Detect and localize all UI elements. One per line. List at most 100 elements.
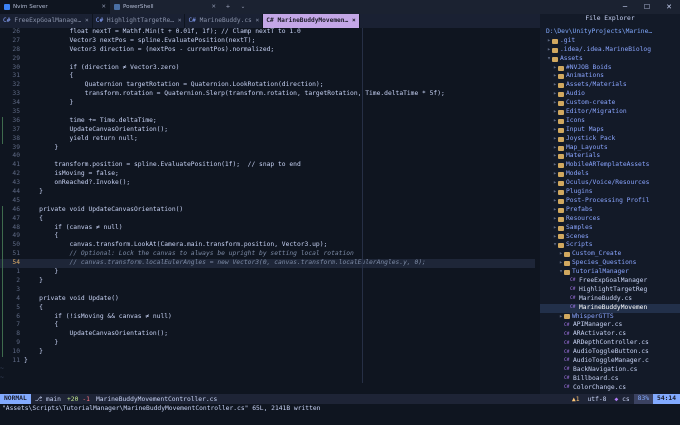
code-line[interactable]: 36 time += Time.deltaTime; bbox=[0, 116, 535, 126]
tree-folder[interactable]: ▸ Map_Layouts bbox=[540, 144, 680, 153]
code-line[interactable]: 54 // canvas.transform.localEulerAngles … bbox=[0, 259, 535, 269]
code-line[interactable]: 38 yield return null; bbox=[0, 134, 535, 144]
tree-folder[interactable]: ▸ Icons bbox=[540, 117, 680, 126]
tree-folder[interactable]: ▸ Models bbox=[540, 170, 680, 179]
tree-folder[interactable]: ▸ Resources bbox=[540, 215, 680, 224]
close-window-button[interactable]: ✕ bbox=[658, 3, 680, 11]
close-icon[interactable]: × bbox=[85, 17, 89, 24]
code-line[interactable]: 29 bbox=[0, 55, 535, 64]
code-line[interactable]: 44 } bbox=[0, 188, 535, 197]
diff-added: +20 bbox=[66, 395, 79, 403]
close-icon[interactable]: × bbox=[256, 17, 260, 24]
branch-icon: ⎇ bbox=[34, 395, 43, 403]
code-line[interactable]: 39 } bbox=[0, 144, 535, 153]
tree-folder[interactable]: ▸ #NVJOB Boids bbox=[540, 64, 680, 73]
tree-folder[interactable]: ▸ Species_Questions bbox=[540, 259, 680, 268]
tab-label: Nvim Server bbox=[13, 4, 48, 10]
chevron-down-icon[interactable]: ⌄ bbox=[236, 4, 250, 10]
tree-folder[interactable]: ▸ Oculus/Voice/Resources bbox=[540, 179, 680, 188]
folder-icon bbox=[558, 207, 564, 213]
code-line[interactable]: 4 private void Update() bbox=[0, 294, 535, 304]
tree-folder[interactable]: ▸ Audio bbox=[540, 90, 680, 99]
tree-folder[interactable]: ▸ Assets/Materials bbox=[540, 81, 680, 90]
maximize-button[interactable]: ☐ bbox=[636, 3, 658, 11]
tree-folder[interactable]: ▾ Scripts bbox=[540, 241, 680, 250]
terminal-tab-powershell[interactable]: PowerShell ✕ bbox=[110, 0, 220, 14]
tree-folder[interactable]: ▸ Editor/Migration bbox=[540, 108, 680, 117]
tree-folder[interactable]: ▸ Plugins bbox=[540, 188, 680, 197]
tree-file[interactable]: C# BackNavigation.cs bbox=[540, 366, 680, 375]
tree-folder[interactable]: ▸ WhisperGTTS bbox=[540, 313, 680, 322]
close-icon[interactable]: ✕ bbox=[101, 4, 106, 10]
code-line[interactable]: 40 bbox=[0, 152, 535, 161]
code-line[interactable]: 45 bbox=[0, 197, 535, 206]
tree-folder[interactable]: ▾ Assets bbox=[540, 55, 680, 64]
code-line[interactable]: 27 Vector3 nextPos = spline.EvaluatePosi… bbox=[0, 37, 535, 46]
code-line[interactable]: 47 { bbox=[0, 214, 535, 224]
close-icon[interactable]: ✕ bbox=[211, 4, 216, 10]
tree-folder[interactable]: ▸ Animations bbox=[540, 72, 680, 81]
code-line[interactable]: 35 bbox=[0, 108, 535, 117]
minimize-button[interactable]: ─ bbox=[614, 3, 636, 11]
buffer-tab[interactable]: C# HighlightTargetRe… × bbox=[93, 14, 186, 28]
code-line[interactable]: 1 } bbox=[0, 268, 535, 277]
code-line[interactable]: 51 // Optional: Lock the canvas to alway… bbox=[0, 250, 535, 260]
tree-file[interactable]: C# Billboard.cs bbox=[540, 375, 680, 384]
buffer-tab[interactable]: C# FreeExpGoalManage… × bbox=[0, 14, 93, 28]
tree-folder[interactable]: ▸ .idea/.idea.MarineBiolog bbox=[540, 46, 680, 55]
code-line[interactable]: 37 UpdateCanvasOrientation(); bbox=[0, 125, 535, 135]
code-line[interactable]: 28 Vector3 direction = (nextPos - curren… bbox=[0, 46, 535, 55]
code-line[interactable]: 31 { bbox=[0, 72, 535, 81]
code-line[interactable]: 34 } bbox=[0, 99, 535, 108]
code-line[interactable]: 5 { bbox=[0, 303, 535, 313]
tree-file[interactable]: C# ARDepthController.cs bbox=[540, 339, 680, 348]
close-icon[interactable]: × bbox=[178, 17, 182, 24]
code-line[interactable]: 2 } bbox=[0, 276, 535, 286]
tree-folder[interactable]: ▸ Custom-create bbox=[540, 99, 680, 108]
tree-file[interactable]: C# APIManager.cs bbox=[540, 321, 680, 330]
new-tab-button[interactable]: + bbox=[220, 4, 236, 10]
tree-file[interactable]: C# MarineBuddy.cs bbox=[540, 295, 680, 304]
code-line[interactable]: 46 private void UpdateCanvasOrientation(… bbox=[0, 205, 535, 215]
tree-file[interactable]: C# MarineBuddyMovemen bbox=[540, 303, 680, 313]
code-line[interactable]: 49 { bbox=[0, 232, 535, 242]
code-line[interactable]: 41 transform.position = spline.EvaluateP… bbox=[0, 161, 535, 170]
close-icon[interactable]: × bbox=[352, 17, 356, 24]
tree-folder[interactable]: ▸ Joystick Pack bbox=[540, 135, 680, 144]
tree-file[interactable]: C# AudioToggleManager.c bbox=[540, 357, 680, 366]
tree-folder[interactable]: ▾ TutorialManager bbox=[540, 268, 680, 277]
tree-file[interactable]: C# AudioToggleButton.cs bbox=[540, 348, 680, 357]
tree-folder[interactable]: ▸ MobileARTemplateAssets bbox=[540, 161, 680, 170]
code-line[interactable]: 3 bbox=[0, 285, 535, 295]
code-line[interactable]: 42 isMoving = false; bbox=[0, 170, 535, 179]
code-line[interactable]: 10 } bbox=[0, 348, 535, 357]
tree-file[interactable]: C# HighlightTargetReg bbox=[540, 286, 680, 295]
code-line[interactable]: 33 transform.rotation = Quaternion.Slerp… bbox=[0, 90, 535, 99]
tree-folder[interactable]: ▸ .git bbox=[540, 37, 680, 46]
code-editor[interactable]: 26 float nextT = Mathf.Min(t + 0.01f, 1f… bbox=[0, 28, 535, 380]
code-line[interactable]: 48 if (canvas ≠ null) bbox=[0, 223, 535, 233]
tree-folder[interactable]: ▸ Scenes bbox=[540, 233, 680, 242]
code-line[interactable]: 7 { bbox=[0, 321, 535, 331]
code-line[interactable]: 30 if (direction ≠ Vector3.zero) bbox=[0, 64, 535, 73]
code-text: } bbox=[24, 268, 59, 276]
tree-file[interactable]: C# FreeExpGoalManager bbox=[540, 277, 680, 286]
terminal-tab-nvim[interactable]: Nvim Server ✕ bbox=[0, 0, 110, 14]
code-line[interactable]: 50 canvas.transform.LookAt(Camera.main.t… bbox=[0, 241, 535, 251]
code-line[interactable]: 9 } bbox=[0, 339, 535, 349]
tree-folder[interactable]: ▸ Input Maps bbox=[540, 126, 680, 135]
tree-folder[interactable]: ▸ Post-Processing Profil bbox=[540, 197, 680, 206]
tree-folder[interactable]: ▸ Custom_Create bbox=[540, 250, 680, 259]
code-line[interactable]: 43 onReached?.Invoke(); bbox=[0, 179, 535, 188]
tree-file[interactable]: C# ARActivator.cs bbox=[540, 330, 680, 339]
buffer-tab-active[interactable]: C# MarineBuddyMovemen… × bbox=[263, 14, 360, 28]
code-line[interactable]: 32 Quaternion targetRotation = Quaternio… bbox=[0, 81, 535, 90]
buffer-tab[interactable]: C# MarineBuddy.cs × bbox=[185, 14, 264, 28]
code-line[interactable]: 26 float nextT = Mathf.Min(t + 0.01f, 1f… bbox=[0, 28, 535, 37]
code-line[interactable]: 6 if (!isMoving && canvas ≠ null) bbox=[0, 312, 535, 322]
tree-folder[interactable]: ▸ Materials bbox=[540, 152, 680, 161]
code-line[interactable]: 8 UpdateCanvasOrientation(); bbox=[0, 330, 535, 340]
tree-folder[interactable]: ▸ Samples bbox=[540, 224, 680, 233]
tree-folder[interactable]: ▸ Prefabs bbox=[540, 206, 680, 215]
tree-file[interactable]: C# ColorChange.cs bbox=[540, 384, 680, 393]
